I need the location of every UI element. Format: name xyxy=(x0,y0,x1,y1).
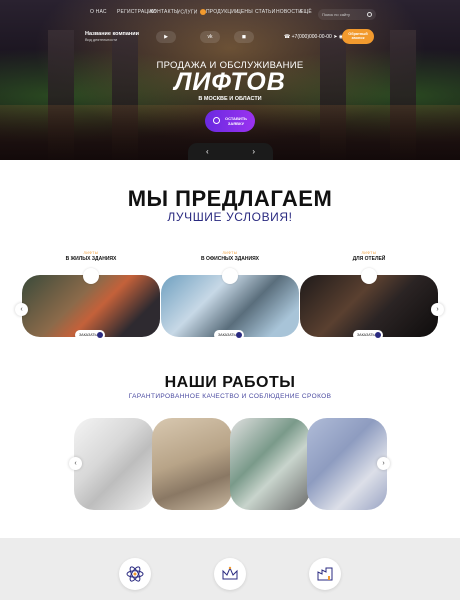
works-prev-arrow[interactable]: ‹ xyxy=(69,457,82,470)
phone-number: +7(000)000-00-00 xyxy=(291,34,332,40)
phone-block[interactable]: ☎ +7(000)000-00-00 ➤ ◉ ◎ xyxy=(284,34,349,40)
search-input[interactable]: Поиск по сайту xyxy=(318,9,376,20)
order-card-button[interactable]: ЗАКАЗАТЬ xyxy=(353,330,383,340)
circle-icon xyxy=(213,117,220,124)
card-top-circle xyxy=(83,268,99,284)
card-small-label: ЛИФТЫ xyxy=(222,251,238,255)
search-icon[interactable] xyxy=(367,12,372,17)
hero-title: ЛИФТОВ xyxy=(174,68,286,96)
offers-title: МЫ ПРЕДЛАГАЕМ xyxy=(127,186,333,211)
hero-slider-controls: ‹ › xyxy=(188,143,273,160)
nav-item-about[interactable]: О НАС xyxy=(90,9,107,15)
work-image[interactable] xyxy=(152,418,232,510)
company-block[interactable]: Название компании Вид деятельности xyxy=(85,31,139,42)
search-placeholder: Поиск по сайту xyxy=(322,12,351,17)
top-navigation: О НАС РЕГИСТРАЦИИ КОНТАКТЫ УСЛУГИ ПРОДУК… xyxy=(0,9,460,21)
card-top-circle xyxy=(361,268,377,284)
card-image-residential[interactable] xyxy=(22,275,160,337)
vk-icon[interactable]: vk xyxy=(200,31,220,43)
card-image-office[interactable] xyxy=(161,275,299,337)
card-label-hotels: ДЛЯ ОТЕЛЕЙ xyxy=(352,256,386,262)
callback-button[interactable]: Обратный звонок xyxy=(342,29,374,44)
telegram-icon[interactable]: ➤ xyxy=(333,34,337,40)
order-card-button[interactable]: ЗАКАЗАТЬ xyxy=(75,330,105,340)
arrow-icon xyxy=(236,332,242,338)
feature-factory-icon xyxy=(309,558,341,590)
slider-next-button[interactable]: › xyxy=(252,147,255,156)
order-card-label: ЗАКАЗАТЬ xyxy=(357,333,375,337)
works-next-arrow[interactable]: › xyxy=(377,457,390,470)
order-card-button[interactable]: ЗАКАЗАТЬ xyxy=(214,330,244,340)
offers-next-arrow[interactable]: › xyxy=(431,303,444,316)
arrow-icon xyxy=(375,332,381,338)
nav-item-services-label: УСЛУГИ xyxy=(177,9,198,16)
nav-item-contacts[interactable]: КОНТАКТЫ xyxy=(150,9,179,15)
feature-crown-icon xyxy=(214,558,246,590)
services-badge xyxy=(199,9,206,15)
order-button[interactable]: ОСТАВИТЬ ЗАЯВКУ xyxy=(205,110,255,132)
card-label-residential: В ЖИЛЫХ ЗДАНИЯХ xyxy=(65,256,117,262)
work-image[interactable] xyxy=(307,418,387,510)
nav-item-articles[interactable]: СТАТЬИ xyxy=(255,9,275,15)
hero-section: О НАС РЕГИСТРАЦИИ КОНТАКТЫ УСЛУГИ ПРОДУК… xyxy=(0,0,460,160)
nav-item-products[interactable]: ПРОДУКЦИИ xyxy=(206,9,239,15)
card-label-office: В ОФИСНЫХ ЗДАНИЯХ xyxy=(200,256,260,262)
hero-location: В МОСКВЕ И ОБЛАСТИ xyxy=(198,96,262,102)
offers-prev-arrow[interactable]: ‹ xyxy=(15,303,28,316)
card-small-label: ЛИФТЫ xyxy=(361,251,377,255)
youtube-icon[interactable]: ▶ xyxy=(156,31,176,43)
card-small-label: ЛИФТЫ xyxy=(83,251,99,255)
nav-item-news[interactable]: НОВОСТИ xyxy=(276,9,302,15)
work-image[interactable] xyxy=(230,418,310,510)
nav-item-services[interactable]: УСЛУГИ xyxy=(177,9,206,15)
order-card-label: ЗАКАЗАТЬ xyxy=(79,333,97,337)
slider-prev-button[interactable]: ‹ xyxy=(206,147,209,156)
company-name: Название компании xyxy=(85,31,139,37)
arrow-icon xyxy=(97,332,103,338)
rutube-icon[interactable]: ◼ xyxy=(234,31,254,43)
card-top-circle xyxy=(222,268,238,284)
work-image[interactable] xyxy=(74,418,154,510)
card-image-hotels[interactable] xyxy=(300,275,438,337)
order-card-label: ЗАКАЗАТЬ xyxy=(218,333,236,337)
works-title: НАШИ РАБОТЫ xyxy=(164,374,296,391)
phone-icon: ☎ xyxy=(284,34,291,40)
order-button-label: ОСТАВИТЬ ЗАЯВКУ xyxy=(224,116,248,126)
nav-item-prices[interactable]: ЦЕНЫ xyxy=(237,9,253,15)
offers-subtitle: ЛУЧШИЕ УСЛОВИЯ! xyxy=(167,210,293,224)
company-subtitle: Вид деятельности xyxy=(85,38,118,42)
works-subtitle: ГАРАНТИРОВАННОЕ КАЧЕСТВО И СОБЛЮДЕНИЕ СР… xyxy=(128,393,332,400)
feature-atom-icon xyxy=(119,558,151,590)
nav-item-more[interactable]: ЕЩЁ xyxy=(300,9,312,15)
